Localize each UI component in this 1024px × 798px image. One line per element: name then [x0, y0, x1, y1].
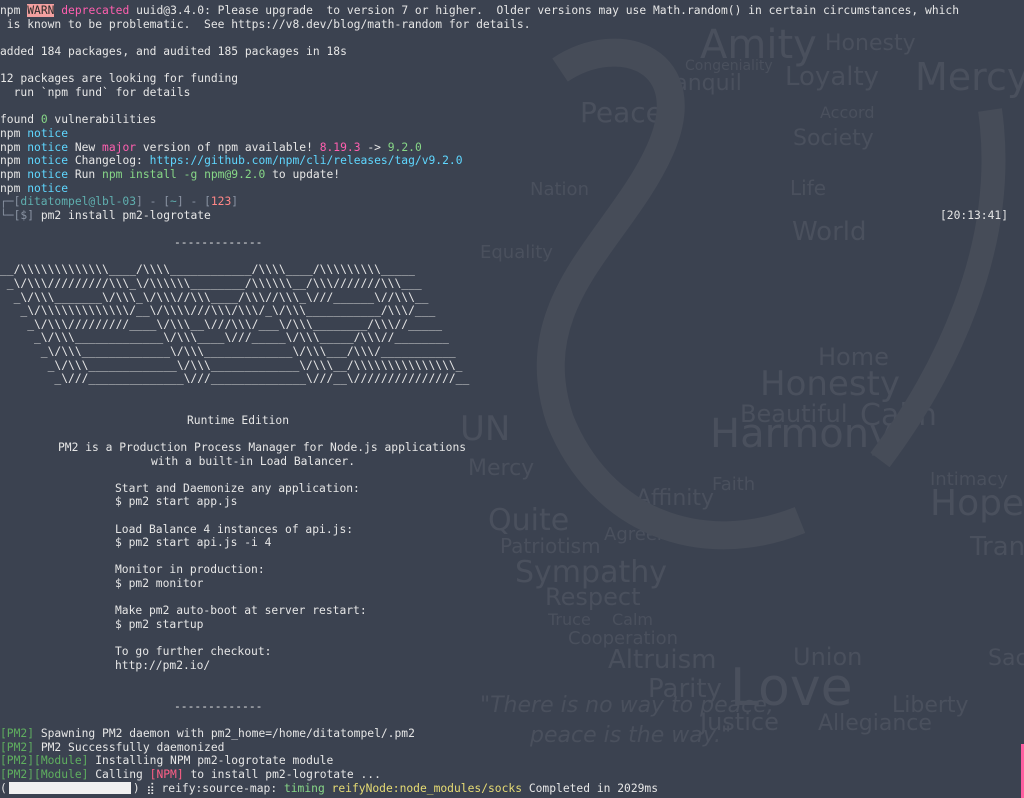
tip-title: Make pm2 auto-boot at server restart: [115, 604, 367, 617]
shell-command-line: └─[$] pm2 install pm2-logrotate [0, 209, 211, 222]
npm-notice-line: npm notice Run npm install -g npm@9.2.0 … [0, 168, 341, 181]
pm2-ascii-art-line: _\/\\\\\\\\\\\\\/__\/\\\\///\\\/\\\/_\/\… [0, 304, 436, 317]
tip-command: $ pm2 startup [115, 618, 204, 631]
warn-badge: WARN [27, 4, 55, 17]
npm-progress-line: () ⣾ reify:source-map: timing reifyNode:… [0, 782, 659, 795]
pm2-ascii-art-line: _\/\\\/////////\\\_\/\\\\\\________/\\\\… [0, 277, 422, 290]
shell-prompt-line: ┌─[ditatompel@lbl-03] - [~] - [123] [0, 195, 239, 208]
pm2-ascii-art-line: _\/\\\_____________\/\\\____\///_____\/\… [0, 331, 449, 344]
pm2-ascii-art-line: _\/\\\_____________\/\\\_____________\/\… [0, 345, 456, 358]
runtime-edition-title: Runtime Edition [187, 414, 290, 427]
pm2-log-line: [PM2] PM2 Successfully daemonized [0, 741, 225, 754]
npm-notice-line: npm notice [0, 182, 69, 195]
tip-title: Start and Daemonize any application: [115, 482, 360, 495]
banner-divider: ------------- [174, 700, 263, 713]
pm2-ascii-art-line: _\/\\\_______\/\\\_\/\\\//\\\____/\\\//\… [0, 291, 429, 304]
npm-warn-line-2: is known to be problematic. See https://… [0, 18, 531, 31]
tip-title: Monitor in production: [115, 563, 265, 576]
npm-progress-bar [8, 782, 131, 794]
tip-command: $ pm2 monitor [115, 577, 204, 590]
tip-title: To go further checkout: [115, 645, 272, 658]
npm-notice-line: npm notice Changelog: https://github.com… [0, 154, 463, 167]
prompt-clock: [20:13:41] [939, 209, 1008, 222]
npm-notice-line: npm notice [0, 127, 69, 140]
npm-funding-hint: run `npm fund` for details [0, 86, 191, 99]
changelog-link[interactable]: https://github.com/npm/cli/releases/tag/… [150, 154, 463, 167]
terminal-window[interactable]: npm WARN deprecated uuid@3.4.0: Please u… [0, 2, 1024, 798]
pm2-log-line: [PM2] Spawning PM2 daemon with pm2_home=… [0, 727, 415, 740]
npm-warn-line-1: npm WARN deprecated uuid@3.4.0: Please u… [0, 4, 960, 17]
pm2-website-link[interactable]: http://pm2.io/ [115, 659, 210, 673]
npm-notice-line: npm notice New major version of npm avai… [0, 141, 422, 154]
pm2-log-line: [PM2][Module] Calling [NPM] to install p… [0, 768, 381, 781]
tip-title: Load Balance 4 instances of api.js: [115, 523, 354, 536]
banner-divider: ------------- [174, 236, 263, 249]
npm-funding-line: 12 packages are looking for funding [0, 72, 239, 85]
pm2-description: PM2 is a Production Process Manager for … [58, 441, 467, 454]
pm2-ascii-art-line: __/\\\\\\\\\\\\\____/\\\\____________/\\… [0, 263, 415, 276]
pm2-ascii-art-line: _\/\\\/////////____\/\\\__\///\\\/___\/\… [0, 318, 443, 331]
npm-vuln-line: found 0 vulnerabilities [0, 113, 157, 126]
pm2-ascii-art-line: _\/\\\_____________\/\\\_____________\/\… [0, 359, 463, 372]
pm2-ascii-art-line: _\///______________\///______________\//… [0, 372, 470, 385]
npm-added-line: added 184 packages, and audited 185 pack… [0, 45, 347, 58]
pm2-description: with a built-in Load Balancer. [151, 455, 356, 468]
tip-command: $ pm2 start app.js [115, 495, 238, 508]
pm2-log-line: [PM2][Module] Installing NPM pm2-logrota… [0, 754, 334, 767]
tip-command: $ pm2 start api.js -i 4 [115, 536, 272, 549]
